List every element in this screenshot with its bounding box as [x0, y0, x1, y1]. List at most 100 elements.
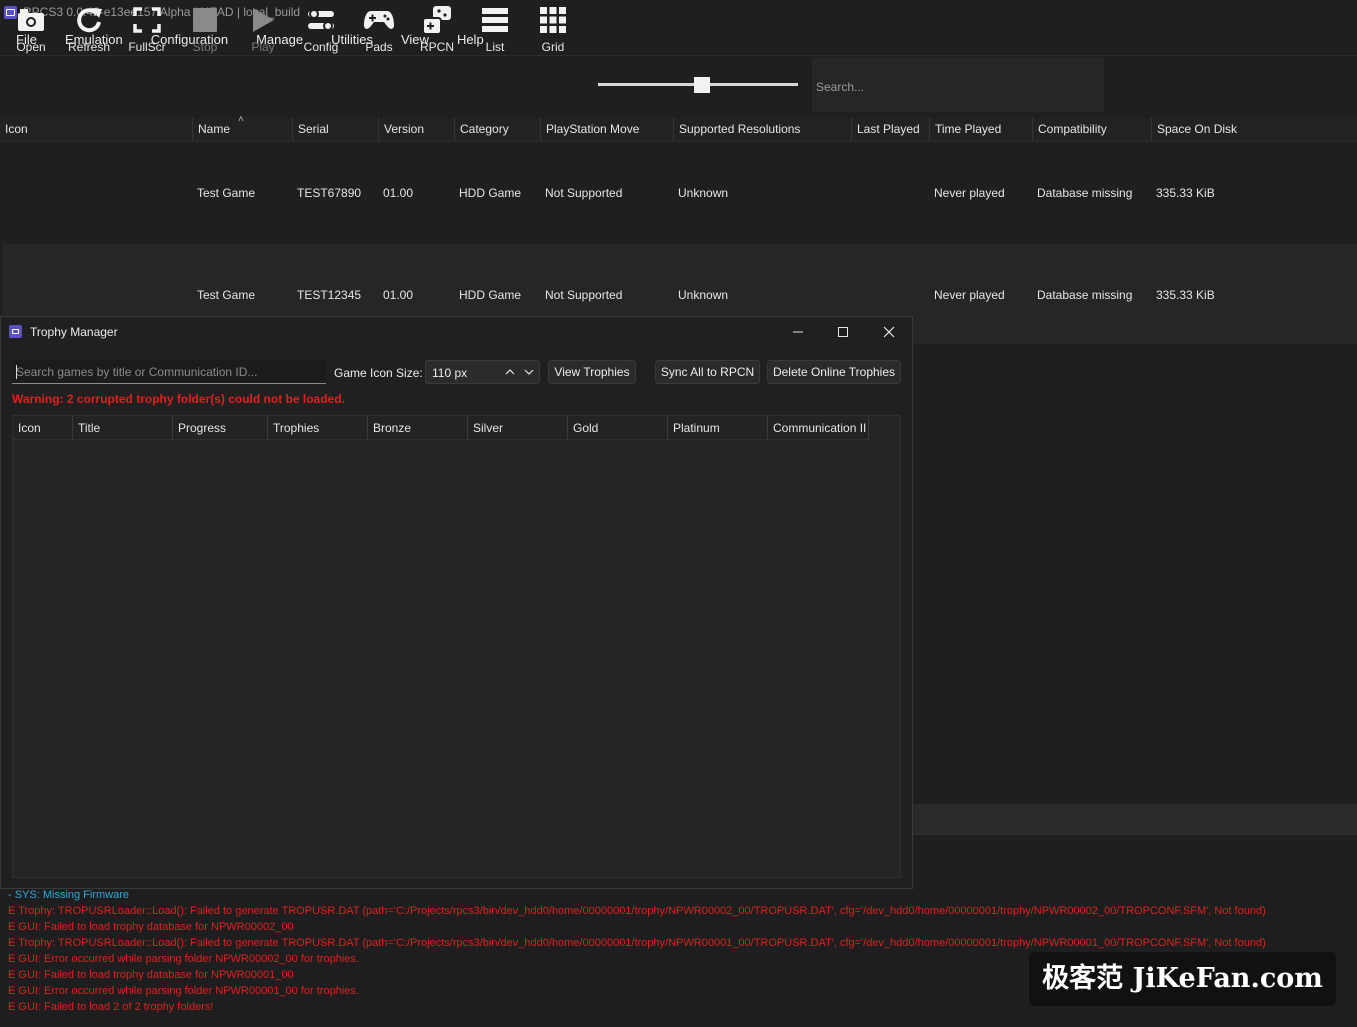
fullscreen-label: FullScr: [128, 40, 166, 54]
main-toolbar: [0, 56, 1357, 116]
column-platinum[interactable]: Platinum: [668, 416, 768, 440]
config-button[interactable]: Config: [292, 4, 350, 58]
grid-icon: [537, 4, 569, 36]
game-resolutions: Unknown: [678, 288, 729, 302]
stop-button[interactable]: Stop: [176, 4, 234, 58]
trophy-games-table: Icon Title Progress Trophies Bronze Silv…: [12, 415, 901, 878]
trophy-table-header: Icon Title Progress Trophies Bronze Silv…: [13, 416, 869, 440]
pads-label: Pads: [365, 40, 393, 54]
game-compatibility: Database missing: [1037, 288, 1133, 302]
stop-icon: [189, 4, 221, 36]
game-version: 01.00: [383, 186, 414, 200]
gamepad-icon: [363, 4, 395, 36]
column-communication-id[interactable]: Communication II: [768, 416, 869, 440]
column-silver[interactable]: Silver: [468, 416, 568, 440]
play-button[interactable]: Play: [234, 4, 292, 58]
game-serial: TEST67890: [297, 186, 362, 200]
log-line: E GUI: Failed to load trophy database fo…: [8, 969, 294, 981]
game-time-played: Never played: [934, 186, 1005, 200]
log-line: E GUI: Failed to load 2 of 2 trophy fold…: [8, 1001, 214, 1013]
close-icon: [883, 326, 895, 338]
game-row[interactable]: Test Game TEST67890 01.00 HDD Game Not S…: [2, 142, 1357, 242]
refresh-icon: [73, 4, 105, 36]
icon-size-label: Game Icon Size:: [334, 366, 423, 380]
trophy-manager-dialog: Trophy Manager Search games by title or …: [0, 316, 913, 889]
config-label: Config: [303, 40, 339, 54]
list-view-button[interactable]: List: [466, 4, 524, 58]
game-search-input[interactable]: Search...: [812, 58, 1104, 112]
pads-button[interactable]: Pads: [350, 4, 408, 58]
camera-icon: [15, 4, 47, 36]
grid-view-button[interactable]: Grid: [524, 4, 582, 58]
rpcs3-app-icon: [9, 325, 22, 338]
column-serial[interactable]: Serial: [293, 117, 379, 142]
refresh-label: Refresh: [67, 40, 111, 54]
view-trophies-button[interactable]: View Trophies: [548, 360, 636, 384]
column-compatibility[interactable]: Compatibility: [1033, 117, 1152, 142]
horizontal-scrollbar[interactable]: [912, 804, 1357, 834]
game-space-on-disk: 335.33 KiB: [1156, 186, 1215, 200]
game-list-header: Icon Name Serial Version Category PlaySt…: [0, 117, 1357, 142]
play-label: Play: [251, 40, 275, 54]
list-icon: [479, 4, 511, 36]
game-space-on-disk: 335.33 KiB: [1156, 288, 1215, 302]
minimize-button[interactable]: [783, 321, 813, 343]
column-version[interactable]: Version: [379, 117, 455, 142]
column-category[interactable]: Category: [455, 117, 541, 142]
corrupted-warning: Warning: 2 corrupted trophy folder(s) co…: [12, 392, 345, 406]
icon-size-value: 110 px: [432, 366, 468, 380]
icon-size-spinbox[interactable]: 110 px: [425, 360, 540, 384]
delete-online-trophies-button[interactable]: Delete Online Trophies: [767, 360, 901, 384]
fullscreen-button[interactable]: FullScr: [118, 4, 176, 58]
sync-all-rpcn-button[interactable]: Sync All to RPCN: [655, 360, 760, 384]
game-name: Test Game: [197, 186, 256, 200]
chevron-down-icon[interactable]: [524, 368, 534, 376]
open-button[interactable]: Open: [2, 4, 60, 58]
game-resolutions: Unknown: [678, 186, 729, 200]
chevron-up-icon[interactable]: [505, 368, 515, 376]
rpcn-label: RPCN: [419, 40, 454, 54]
column-playstation-move[interactable]: PlayStation Move: [541, 117, 674, 142]
column-bronze[interactable]: Bronze: [368, 416, 468, 440]
open-label: Open: [16, 40, 46, 54]
column-icon[interactable]: Icon: [13, 416, 73, 440]
trophy-search-input[interactable]: Search games by title or Communication I…: [12, 360, 326, 384]
fullscreen-icon: [131, 4, 163, 36]
game-time-played: Never played: [934, 288, 1005, 302]
log-line: E GUI: Error occurred while parsing fold…: [8, 985, 359, 997]
column-trophies[interactable]: Trophies: [268, 416, 368, 440]
minimize-icon: [793, 331, 803, 333]
rpcn-icon: [421, 4, 453, 36]
column-last-played[interactable]: Last Played: [852, 117, 930, 142]
column-space-on-disk[interactable]: Space On Disk: [1152, 117, 1357, 142]
column-progress[interactable]: Progress: [173, 416, 268, 440]
game-move-support: Not Supported: [545, 288, 623, 302]
log-frame-top: [912, 834, 1357, 889]
trophy-manager-titlebar: Trophy Manager: [1, 317, 912, 347]
log-line: E Trophy: TROPUSRLoader::Load(): Failed …: [8, 905, 1266, 917]
column-icon[interactable]: Icon: [0, 117, 193, 142]
trophy-manager-title: Trophy Manager: [30, 325, 118, 339]
game-category: HDD Game: [459, 288, 522, 302]
game-compatibility: Database missing: [1037, 186, 1133, 200]
log-line: E GUI: Error occurred while parsing fold…: [8, 953, 359, 965]
log-line: - SYS: Missing Firmware: [8, 889, 130, 901]
column-gold[interactable]: Gold: [568, 416, 668, 440]
close-button[interactable]: [874, 321, 904, 343]
watermark-logo: 极客范 JiKeFan.com: [1029, 952, 1336, 1006]
refresh-button[interactable]: Refresh: [60, 4, 118, 58]
maximize-button[interactable]: [828, 321, 858, 343]
sort-indicator-icon: ˄: [238, 114, 244, 125]
log-line: E Trophy: TROPUSRLoader::Load(): Failed …: [8, 937, 1266, 949]
log-line: E GUI: Failed to load trophy database fo…: [8, 921, 294, 933]
column-title[interactable]: Title: [73, 416, 173, 440]
column-supported-resolutions[interactable]: Supported Resolutions: [674, 117, 852, 142]
game-version: 01.00: [383, 288, 414, 302]
rpcn-button[interactable]: RPCN: [408, 4, 466, 58]
icon-size-slider-handle[interactable]: [694, 77, 710, 93]
play-icon: [247, 4, 279, 36]
grid-label: Grid: [541, 40, 565, 54]
config-icon: [305, 4, 337, 36]
game-category: HDD Game: [459, 186, 522, 200]
column-time-played[interactable]: Time Played: [930, 117, 1033, 142]
